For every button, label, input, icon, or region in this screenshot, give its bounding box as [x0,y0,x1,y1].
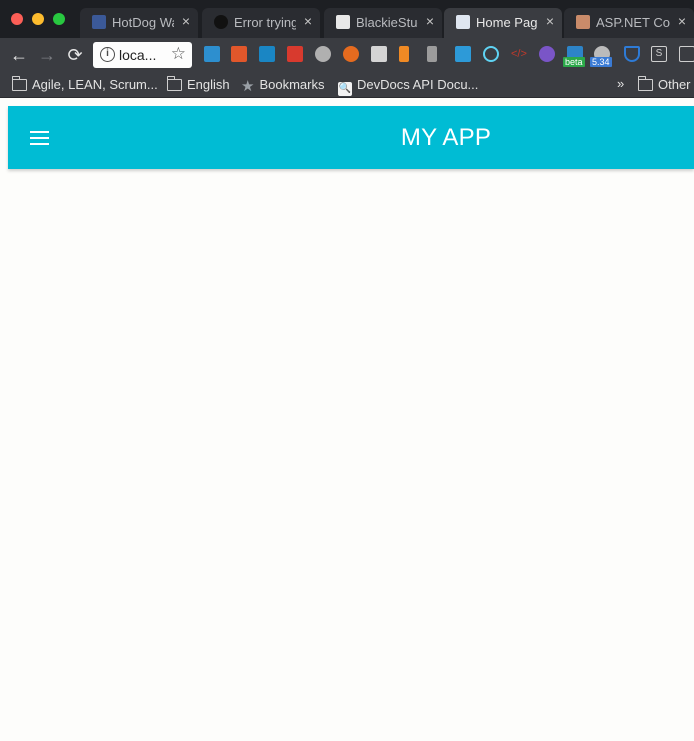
bug-icon[interactable] [287,46,303,62]
bars-icon[interactable] [427,46,437,62]
forward-button[interactable]: → [36,44,58,66]
folder-icon [11,76,27,91]
stopwatch-icon[interactable] [315,46,331,62]
address-url[interactable]: loca... [119,47,156,63]
bookmark-star-icon[interactable]: ☆ [171,44,186,64]
tab-blackiestudio[interactable]: BlackieStud × [324,8,442,38]
devdocs-icon: 🔍 [338,82,352,96]
close-icon[interactable]: × [678,13,686,29]
folder-icon [166,76,182,91]
bookmark-bookmarks[interactable]: ★ Bookmarks [241,77,324,95]
ruler-icon[interactable] [399,46,409,62]
bookmark-other[interactable]: Other [637,76,691,93]
bookmark-devdocs[interactable]: 🔍 DevDocs API Docu... [338,77,478,96]
github-icon [214,15,228,29]
bookmarks-bar: Agile, LEAN, Scrum... English ★ Bookmarks… [0,72,694,98]
browser-toolbar: ← → ⟳ i loca... ☆ </> beta 5.34 S [0,38,694,72]
page-icon [456,15,470,29]
firefox-icon[interactable] [343,46,359,62]
code-icon[interactable]: </> [511,46,527,62]
css3-icon[interactable] [455,46,471,62]
bookmarks-overflow-button[interactable]: » [617,76,624,91]
trello-icon[interactable] [259,46,275,62]
minimize-window-button[interactable] [32,13,44,25]
gauge-icon[interactable] [539,46,555,62]
zoom-window-button[interactable] [53,13,65,25]
bookmark-english[interactable]: English [166,76,230,93]
reload-button[interactable]: ⟳ [64,44,86,66]
address-bar[interactable]: i loca... ☆ [93,42,192,68]
printer-icon[interactable] [371,46,387,62]
app-title: MY APP [400,124,492,151]
tab-hotdog[interactable]: HotDog Wat × [80,8,198,38]
window-icon[interactable] [679,46,694,62]
beta-badge: beta [563,57,585,67]
bracket-s-icon[interactable]: S [651,46,667,62]
app-bar: MY APP [8,106,694,169]
tab-aspnet[interactable]: ASP.NET Co × [564,8,694,38]
instapaper-icon[interactable] [204,46,220,62]
web-page: MY APP [0,98,694,741]
shield-icon[interactable] [624,46,640,62]
close-icon[interactable]: × [546,13,554,29]
facebook-icon [92,15,106,29]
page-content [8,169,694,741]
book-icon[interactable] [231,46,247,62]
close-icon[interactable]: × [182,13,190,29]
tab-strip: HotDog Wat × Error trying × BlackieStud … [0,0,694,38]
blackiestudio-icon [336,15,350,29]
star-icon: ★ [241,78,255,95]
bookmark-agile[interactable]: Agile, LEAN, Scrum... [11,76,158,93]
avatar-icon [576,15,590,29]
close-icon[interactable]: × [304,13,312,29]
version-badge: 5.34 [590,57,612,67]
tab-home-page[interactable]: Home Page × [444,8,562,38]
close-icon[interactable]: × [426,13,434,29]
info-icon[interactable]: i [100,47,115,62]
react-icon[interactable] [483,46,499,62]
folder-icon [637,76,653,91]
tab-error[interactable]: Error trying × [202,8,320,38]
back-button[interactable]: ← [8,44,30,66]
close-window-button[interactable] [11,13,23,25]
